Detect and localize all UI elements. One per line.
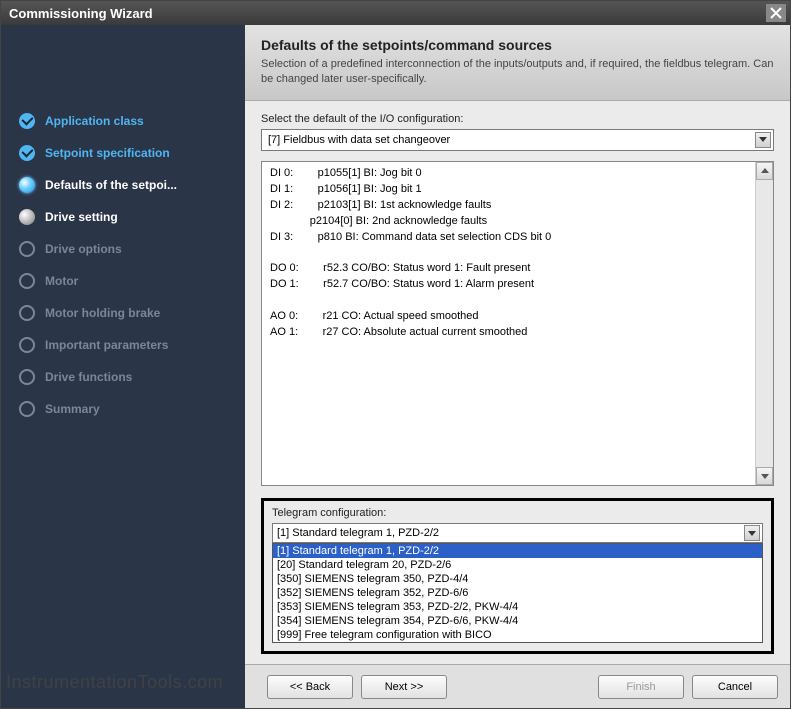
sidebar-item-application-class[interactable]: Application class <box>19 105 235 137</box>
telegram-option[interactable]: [350] SIEMENS telegram 350, PZD-4/4 <box>273 572 762 586</box>
scroll-track[interactable] <box>756 180 773 467</box>
sidebar-item-motor[interactable]: Motor <box>19 265 235 297</box>
chevron-down-icon <box>744 525 760 541</box>
telegram-option[interactable]: [353] SIEMENS telegram 353, PZD-2/2, PKW… <box>273 600 762 614</box>
telegram-label: Telegram configuration: <box>272 507 763 519</box>
telegram-option[interactable]: [354] SIEMENS telegram 354, PZD-6/6, PKW… <box>273 614 762 628</box>
sidebar-item-label: Motor <box>45 274 78 288</box>
io-config-selected: [7] Fieldbus with data set changeover <box>268 134 755 146</box>
pending-step-icon <box>19 209 35 225</box>
active-step-icon <box>19 177 35 193</box>
io-mapping-box: DI 0: p1055[1] BI: Jog bit 0 DI 1: p1056… <box>261 161 774 486</box>
telegram-option[interactable]: [352] SIEMENS telegram 352, PZD-6/6 <box>273 586 762 600</box>
telegram-option[interactable]: [1] Standard telegram 1, PZD-2/2 <box>273 544 762 558</box>
wizard-footer: << Back Next >> Finish Cancel <box>245 664 790 708</box>
telegram-dropdown-list: [1] Standard telegram 1, PZD-2/2 [20] St… <box>272 543 763 643</box>
close-button[interactable] <box>766 4 786 22</box>
future-step-icon <box>19 401 35 417</box>
sidebar-item-drive-functions[interactable]: Drive functions <box>19 361 235 393</box>
telegram-config-panel: Telegram configuration: [1] Standard tel… <box>261 498 774 654</box>
main-area: Application class Setpoint specification… <box>1 25 790 708</box>
title-bar: Commissioning Wizard <box>1 1 790 25</box>
sidebar-item-label: Drive setting <box>45 210 118 224</box>
close-icon <box>770 7 782 19</box>
check-icon <box>19 145 35 161</box>
cancel-button[interactable]: Cancel <box>692 675 778 699</box>
sidebar-item-label: Setpoint specification <box>45 146 170 160</box>
future-step-icon <box>19 337 35 353</box>
sidebar-item-important-parameters[interactable]: Important parameters <box>19 329 235 361</box>
page-header: Defaults of the setpoints/command source… <box>245 25 790 101</box>
sidebar-item-drive-setting[interactable]: Drive setting <box>19 201 235 233</box>
telegram-selected: [1] Standard telegram 1, PZD-2/2 <box>277 527 744 539</box>
scroll-up-icon[interactable] <box>756 162 773 180</box>
telegram-option[interactable]: [20] Standard telegram 20, PZD-2/6 <box>273 558 762 572</box>
sidebar-item-motor-holding-brake[interactable]: Motor holding brake <box>19 297 235 329</box>
scroll-down-icon[interactable] <box>756 467 773 485</box>
check-icon <box>19 113 35 129</box>
future-step-icon <box>19 369 35 385</box>
telegram-option[interactable]: [999] Free telegram configuration with B… <box>273 628 762 642</box>
sidebar-item-label: Drive options <box>45 242 122 256</box>
sidebar-item-setpoint-specification[interactable]: Setpoint specification <box>19 137 235 169</box>
sidebar-item-defaults-setpoints[interactable]: Defaults of the setpoi... <box>19 169 235 201</box>
sidebar-item-label: Motor holding brake <box>45 306 160 320</box>
page-title: Defaults of the setpoints/command source… <box>261 37 774 53</box>
body-panel: Select the default of the I/O configurat… <box>245 101 790 664</box>
sidebar-item-label: Application class <box>45 114 144 128</box>
future-step-icon <box>19 305 35 321</box>
wizard-window: Commissioning Wizard Application class S… <box>0 0 791 709</box>
chevron-down-icon <box>755 132 771 148</box>
wizard-sidebar: Application class Setpoint specification… <box>1 25 245 708</box>
io-config-dropdown[interactable]: [7] Fieldbus with data set changeover <box>261 129 774 151</box>
next-button[interactable]: Next >> <box>361 675 447 699</box>
page-description: Selection of a predefined interconnectio… <box>261 57 774 88</box>
sidebar-item-label: Important parameters <box>45 338 168 352</box>
back-button[interactable]: << Back <box>267 675 353 699</box>
sidebar-item-label: Summary <box>45 402 100 416</box>
sidebar-item-drive-options[interactable]: Drive options <box>19 233 235 265</box>
future-step-icon <box>19 241 35 257</box>
io-mapping-text: DI 0: p1055[1] BI: Jog bit 0 DI 1: p1056… <box>262 162 755 485</box>
scrollbar-vertical[interactable] <box>755 162 773 485</box>
finish-button: Finish <box>598 675 684 699</box>
window-title: Commissioning Wizard <box>9 6 766 21</box>
io-config-label: Select the default of the I/O configurat… <box>261 113 774 125</box>
sidebar-item-label: Defaults of the setpoi... <box>45 178 177 192</box>
sidebar-item-summary[interactable]: Summary <box>19 393 235 425</box>
telegram-dropdown[interactable]: [1] Standard telegram 1, PZD-2/2 <box>272 523 763 543</box>
future-step-icon <box>19 273 35 289</box>
sidebar-item-label: Drive functions <box>45 370 132 384</box>
content-panel: Defaults of the setpoints/command source… <box>245 25 790 708</box>
